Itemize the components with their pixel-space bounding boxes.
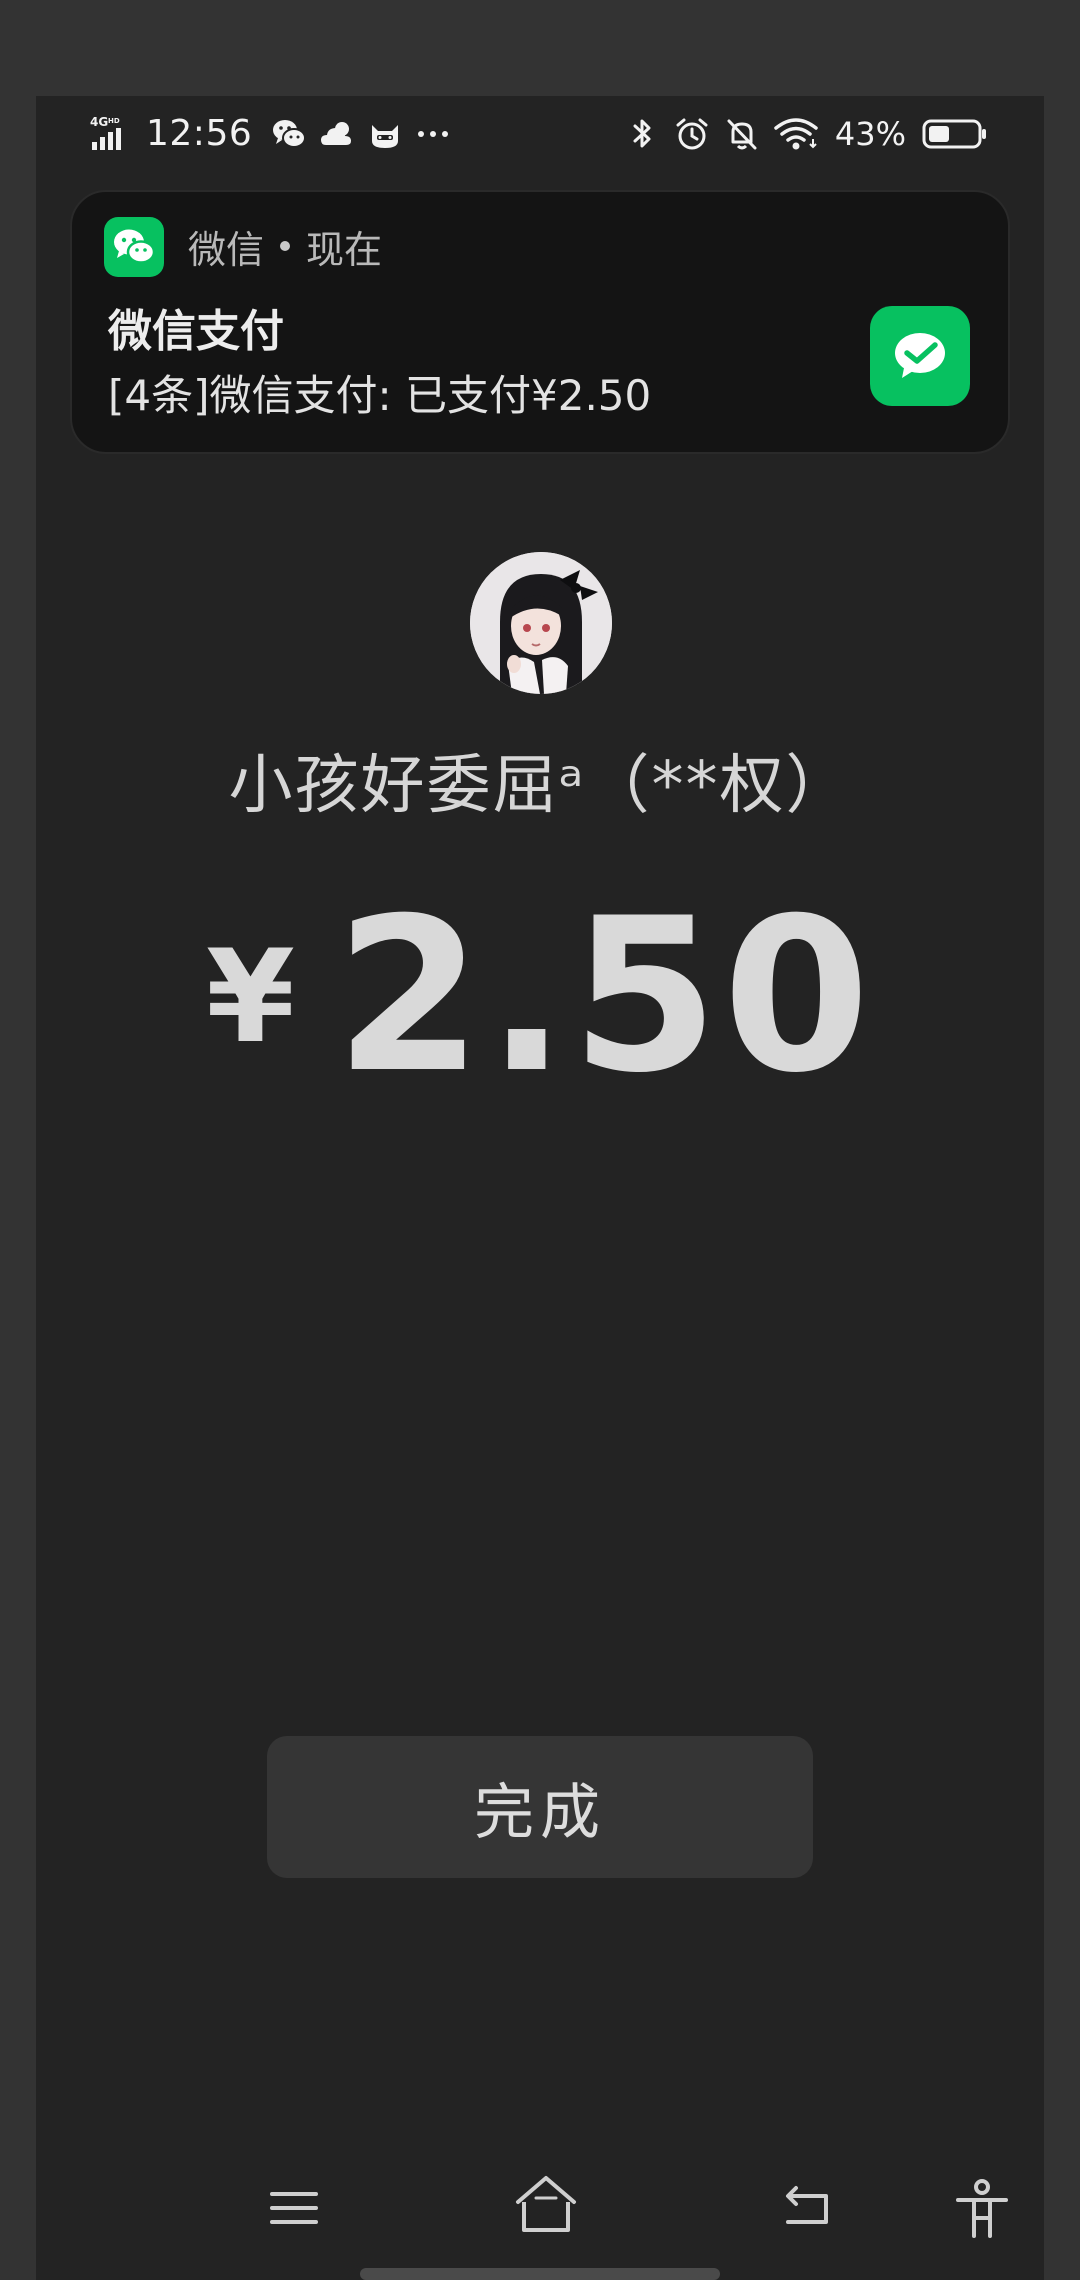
- notification-title: 微信支付: [108, 306, 284, 357]
- separator-dot: [280, 241, 291, 251]
- notification-body: [4条]微信支付: 已支付¥2.50: [108, 371, 652, 420]
- bell-off-icon: [727, 119, 757, 150]
- menu-icon[interactable]: [264, 2178, 324, 2238]
- status-bar-left: 4G HD 12:56: [90, 110, 452, 158]
- weather-cloud-icon: [321, 122, 352, 145]
- payee-name: 小孩好委屈ᵃ（**权）: [228, 749, 852, 823]
- payment-success-screen: 4G HD 12:56 43% 微信 现在 微信支付 [4条]微信支付: 已支付…: [36, 96, 1044, 2280]
- wechat-icon: [273, 120, 307, 148]
- payee-avatar: [470, 552, 612, 694]
- signal-4g-icon: 4G HD: [90, 115, 121, 150]
- amount-row: ¥ 2.50: [36, 872, 1044, 1119]
- done-button[interactable]: 完成: [267, 1736, 813, 1878]
- bluetooth-icon: [633, 119, 651, 148]
- accessibility-icon[interactable]: [952, 2178, 1012, 2240]
- more-dots-icon: [418, 131, 449, 137]
- payment-amount: 2.50: [334, 872, 875, 1119]
- home-indicator-bar[interactable]: [360, 2268, 720, 2280]
- cat-face-icon: [372, 125, 399, 148]
- notification-app-name: 微信: [188, 227, 265, 272]
- svg-text:HD: HD: [108, 117, 120, 125]
- wechat-pay-icon: [870, 306, 970, 406]
- status-bar-right: 43%: [623, 110, 988, 158]
- home-icon[interactable]: [510, 2168, 582, 2240]
- back-icon[interactable]: [778, 2178, 838, 2238]
- svg-text:4G: 4G: [90, 115, 108, 129]
- battery-percent: 43%: [834, 115, 906, 153]
- wechat-app-icon: [104, 217, 164, 277]
- status-bar: 4G HD 12:56 43%: [36, 96, 1044, 176]
- wechat-pay-notification[interactable]: 微信 现在 微信支付 [4条]微信支付: 已支付¥2.50: [70, 190, 1010, 454]
- notification-header: 微信 现在: [188, 218, 382, 274]
- alarm-icon: [676, 118, 708, 150]
- status-time: 12:56: [146, 113, 253, 154]
- wifi-icon: [774, 118, 818, 150]
- currency-symbol: ¥: [205, 923, 295, 1072]
- notification-time: 现在: [306, 227, 383, 272]
- battery-icon: [922, 119, 986, 149]
